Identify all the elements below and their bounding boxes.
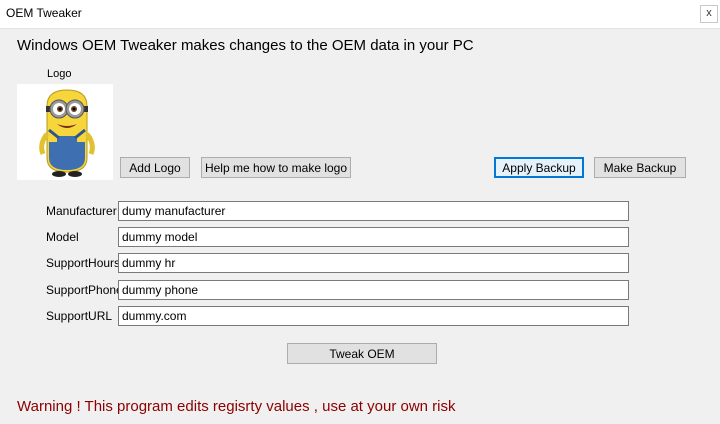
manufacturer-label: Manufacturer [46, 204, 117, 218]
warning-message: Warning ! This program edits regisrty va… [17, 398, 456, 415]
add-logo-button[interactable]: Add Logo [120, 157, 190, 178]
tweak-oem-button[interactable]: Tweak OEM [287, 343, 437, 364]
page-headline: Windows OEM Tweaker makes changes to the… [17, 37, 474, 54]
support-phone-label: SupportPhone [46, 283, 123, 297]
model-field[interactable]: dummy model [118, 227, 629, 247]
support-hours-field[interactable]: dummy hr [118, 253, 629, 273]
support-phone-field[interactable]: dummy phone [118, 280, 629, 300]
model-label: Model [46, 230, 79, 244]
close-button[interactable]: x [700, 5, 718, 23]
manufacturer-field[interactable]: dumy manufacturer [118, 201, 629, 221]
support-url-label: SupportURL [46, 309, 113, 323]
logo-preview [17, 84, 113, 180]
window-title: OEM Tweaker [6, 6, 82, 20]
help-make-logo-button[interactable]: Help me how to make logo [201, 157, 351, 178]
make-backup-button[interactable]: Make Backup [594, 157, 686, 178]
logo-caption: Logo [47, 68, 72, 80]
apply-backup-button[interactable]: Apply Backup [494, 157, 584, 178]
support-url-field[interactable]: dummy.com [118, 306, 629, 326]
support-hours-label: SupportHours [46, 256, 121, 270]
minion-logo-image [17, 84, 113, 180]
title-bar: OEM Tweaker x [0, 0, 720, 29]
